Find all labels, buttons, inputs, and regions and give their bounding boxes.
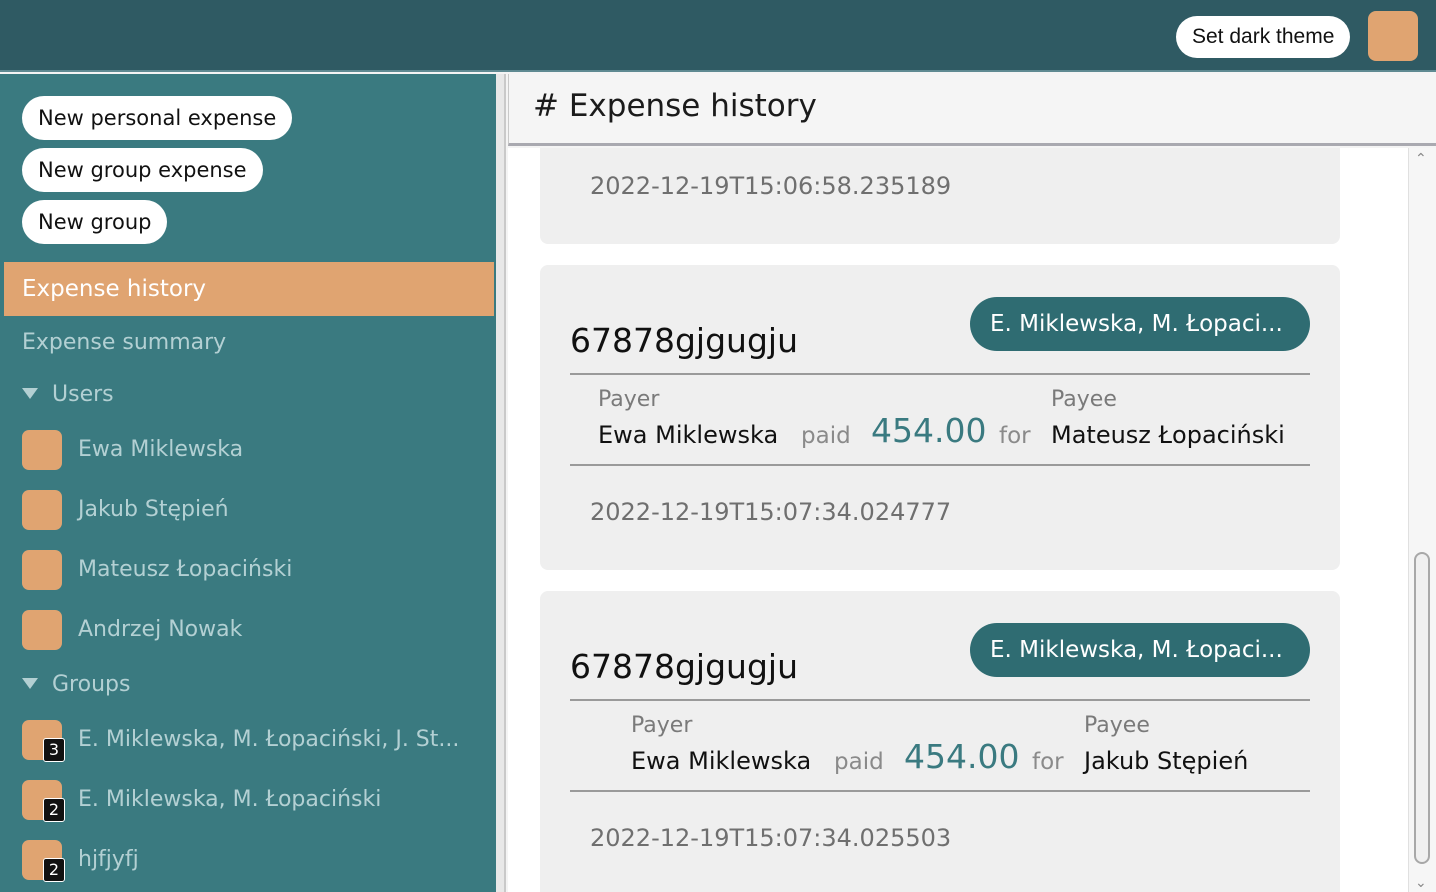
- sidebar-group-label: E. Miklewska, M. Łopaciński: [78, 787, 382, 812]
- chevron-down-icon[interactable]: ⌄: [1415, 876, 1429, 890]
- sidebar-group-label: hjfjyfj: [78, 847, 139, 872]
- expense-list: 2022-12-19T15:06:58.235189 67878gjgugju …: [508, 148, 1408, 892]
- avatar: [22, 550, 62, 590]
- avatar: [22, 610, 62, 650]
- payer-label: Payer: [631, 713, 693, 738]
- expense-title: 67878gjgugju: [570, 321, 798, 360]
- nav-expense-history[interactable]: Expense history: [4, 262, 494, 316]
- users-section-label: Users: [52, 382, 114, 407]
- sidebar-user-label: Jakub Stępień: [78, 497, 229, 522]
- expense-card: 67878gjgugju E. Miklewska, M. Łopaci... …: [540, 265, 1340, 570]
- payee-name: Jakub Stępień: [1084, 747, 1249, 775]
- sidebar-group-label: E. Miklewska, M. Łopaciński, J. St...: [78, 727, 460, 752]
- divider: [570, 464, 1310, 466]
- avatar: [22, 490, 62, 530]
- payer-label: Payer: [598, 387, 660, 412]
- member-count-badge: 2: [43, 858, 65, 882]
- top-bar: Set dark theme: [0, 0, 1436, 72]
- groups-section-label: Groups: [52, 672, 131, 697]
- new-group-button[interactable]: New group: [22, 200, 168, 244]
- paid-word: paid: [801, 423, 851, 449]
- caret-down-icon: [22, 677, 38, 689]
- member-count-badge: 2: [43, 798, 65, 822]
- for-word: for: [1032, 749, 1064, 775]
- paid-word: paid: [834, 749, 884, 775]
- payee-label: Payee: [1051, 387, 1117, 412]
- expense-group-pill[interactable]: E. Miklewska, M. Łopaci...: [970, 623, 1310, 677]
- expense-amount: 454.00: [871, 411, 987, 450]
- sidebar-user-label: Ewa Miklewska: [78, 437, 244, 462]
- scrollbar-thumb[interactable]: [1414, 552, 1430, 864]
- payee-label: Payee: [1084, 713, 1150, 738]
- avatar: [22, 430, 62, 470]
- scrollbar[interactable]: ⌃ ⌄: [1408, 148, 1436, 892]
- sidebar-user-label: Mateusz Łopaciński: [78, 557, 293, 582]
- payer-name: Ewa Miklewska: [631, 747, 812, 775]
- set-dark-theme-button[interactable]: Set dark theme: [1176, 16, 1351, 58]
- payee-name: Mateusz Łopaciński: [1051, 421, 1285, 449]
- panel-splitter[interactable]: [496, 74, 506, 892]
- expense-timestamp: 2022-12-19T15:07:34.024777: [590, 498, 952, 526]
- expense-card: 67878gjgugju E. Miklewska, M. Łopaci... …: [540, 591, 1340, 892]
- user-avatar[interactable]: [1368, 11, 1418, 61]
- divider: [570, 373, 1310, 375]
- expense-card: 2022-12-19T15:06:58.235189: [540, 148, 1340, 244]
- main-header: # Expense history: [508, 74, 1436, 146]
- users-section-toggle[interactable]: Users: [22, 382, 114, 407]
- new-personal-expense-button[interactable]: New personal expense: [22, 96, 293, 140]
- for-word: for: [999, 423, 1031, 449]
- sidebar: New personal expense New group expense N…: [0, 74, 496, 892]
- member-count-badge: 3: [43, 738, 65, 762]
- nav-expense-summary[interactable]: Expense summary: [22, 330, 226, 355]
- expense-timestamp: 2022-12-19T15:07:34.025503: [590, 824, 952, 852]
- payer-name: Ewa Miklewska: [598, 421, 779, 449]
- caret-down-icon: [22, 387, 38, 399]
- page-title: # Expense history: [533, 88, 817, 124]
- expense-amount: 454.00: [904, 737, 1020, 776]
- divider: [570, 790, 1310, 792]
- sidebar-user-label: Andrzej Nowak: [78, 617, 243, 642]
- new-group-expense-button[interactable]: New group expense: [22, 148, 263, 192]
- expense-group-pill[interactable]: E. Miklewska, M. Łopaci...: [970, 297, 1310, 351]
- divider: [570, 699, 1310, 701]
- expense-timestamp: 2022-12-19T15:06:58.235189: [590, 172, 952, 200]
- groups-section-toggle[interactable]: Groups: [22, 672, 130, 697]
- chevron-up-icon[interactable]: ⌃: [1415, 152, 1429, 166]
- expense-title: 67878gjgugju: [570, 647, 798, 686]
